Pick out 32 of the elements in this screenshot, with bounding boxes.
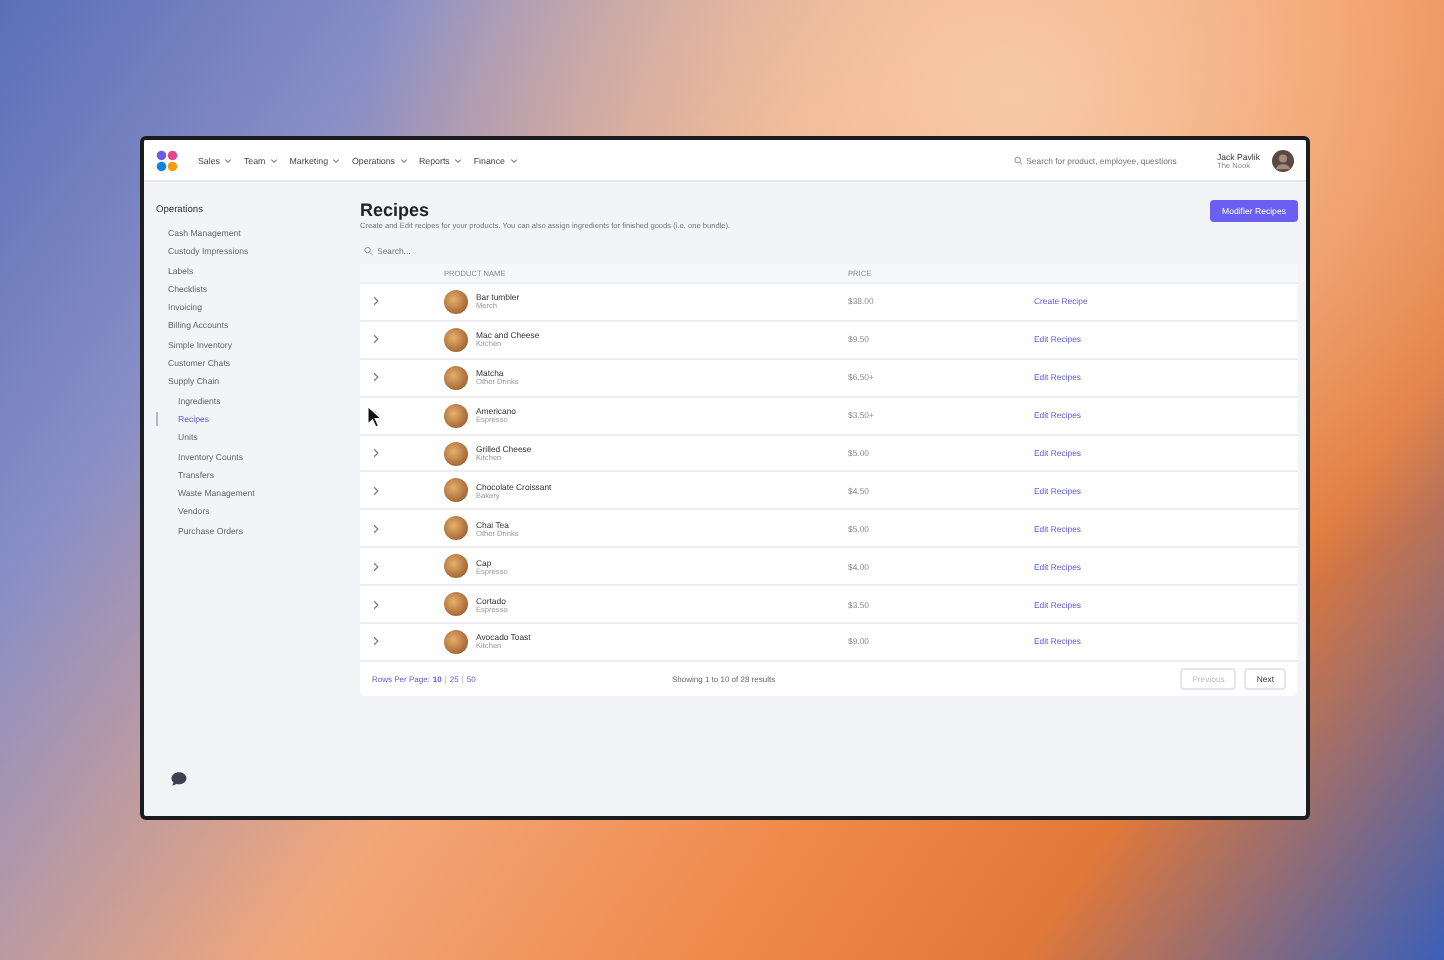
chevron-right-icon[interactable] [372,636,380,647]
photo-placeholder [444,592,468,617]
chevron-right-icon[interactable] [372,523,380,534]
photo-placeholder [444,554,468,579]
chevron-right-icon[interactable] [372,448,380,458]
photo-placeholder [444,403,468,428]
photo-placeholder [444,327,468,352]
photo-placeholder [444,365,468,390]
search-icon [364,246,374,256]
caret-icon [332,157,341,163]
chevron-right-icon[interactable] [372,485,380,496]
search-icon [1013,155,1023,165]
caret-icon [453,157,462,163]
avatar-icon[interactable] [1272,149,1294,171]
chevron-right-icon[interactable] [372,599,380,610]
caret-icon [269,157,278,163]
chevron-right-icon[interactable] [372,296,380,307]
caret-icon [223,157,232,163]
logo-icon [156,149,178,171]
photo-placeholder [444,516,468,541]
chevron-right-icon[interactable] [372,561,380,572]
photo-placeholder [444,441,468,465]
chevron-right-icon[interactable] [372,334,380,345]
pointer-icon [366,404,384,430]
caret-icon [399,157,407,163]
caret-icon [509,157,517,163]
chevron-right-icon[interactable] [372,372,380,383]
page-title: Recipes [360,200,432,220]
photo-placeholder [444,289,468,314]
photo-placeholder [444,629,468,654]
chat-icon[interactable] [170,770,188,788]
photo-placeholder [444,478,468,503]
